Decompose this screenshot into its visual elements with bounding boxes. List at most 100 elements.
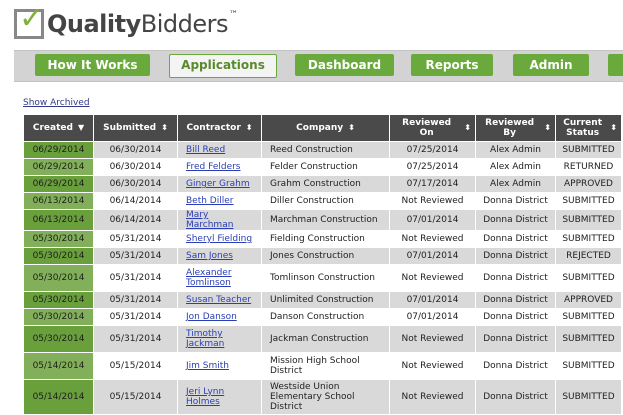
cell-created: 05/30/2014 [23, 308, 94, 326]
nav-applications[interactable]: Applications [169, 54, 277, 78]
contractor-link[interactable]: Timothy Jackman [186, 329, 224, 349]
col-submitted[interactable]: Submitted ⬍ [93, 114, 178, 142]
contractor-link[interactable]: Alexander Tomlinson [186, 268, 232, 288]
contractor-link[interactable]: Mary Marchman [186, 210, 233, 230]
show-archived-link[interactable]: Show Archived [23, 98, 90, 108]
table-row[interactable]: 05/30/2014 05/31/2014 Timothy Jackman Jackm… [23, 325, 622, 353]
cell-created: 06/29/2014 [23, 158, 94, 176]
cell-reviewed-by: Donna District [475, 308, 556, 326]
cell-submitted: 06/30/2014 [93, 158, 178, 176]
contractor-link[interactable]: Fred Felders [186, 162, 241, 172]
cell-status: SUBMITTED [555, 192, 622, 210]
table-row[interactable]: 05/30/2014 05/31/2014 Sam Jones Jones Const… [23, 247, 622, 265]
table-row[interactable]: 05/30/2014 05/31/2014 Alexander Tomlinson T… [23, 264, 622, 292]
cell-contractor: Susan Teacher [177, 291, 262, 309]
nav-admin[interactable]: Admin [513, 54, 589, 76]
table-row[interactable]: 06/13/2014 06/14/2014 Beth Diller Diller Co… [23, 192, 622, 210]
cell-company: Grahm Construction [261, 175, 390, 193]
table-row[interactable]: 05/14/2014 05/15/2014 Jim Smith Mission Hig… [23, 352, 622, 380]
col-contractor[interactable]: Contractor ⬍ [177, 114, 262, 142]
cell-reviewed-on: Not Reviewed [389, 352, 476, 380]
table-row[interactable]: 05/30/2014 05/31/2014 Sheryl Fielding Field… [23, 230, 622, 248]
contractor-link[interactable]: Sheryl Fielding [186, 234, 252, 244]
cell-reviewed-on: Not Reviewed [389, 325, 476, 353]
col-reviewed-on[interactable]: Reviewed On ⬍ [389, 114, 476, 142]
table-row[interactable]: 06/29/2014 06/30/2014 Bill Reed Reed Constr… [23, 141, 622, 159]
sort-desc-icon: ▼ [77, 123, 85, 132]
cell-reviewed-on: 07/25/2014 [389, 141, 476, 159]
cell-created: 05/30/2014 [23, 325, 94, 353]
contractor-link[interactable]: Ginger Grahm [186, 179, 250, 189]
cell-contractor: Sheryl Fielding [177, 230, 262, 248]
contractor-link[interactable]: Jon Danson [186, 312, 237, 322]
cell-contractor: Alexander Tomlinson [177, 264, 262, 292]
cell-created: 06/13/2014 [23, 209, 94, 231]
cell-company: Westside Union Elementary School Distric… [261, 379, 390, 415]
cell-status: SUBMITTED [555, 325, 622, 353]
cell-contractor: Jeri Lynn Holmes [177, 379, 262, 415]
cell-status: SUBMITTED [555, 141, 622, 159]
cell-created: 06/29/2014 [23, 141, 94, 159]
cell-created: 05/30/2014 [23, 264, 94, 292]
cell-status: SUBMITTED [555, 379, 622, 415]
cell-reviewed-on: 07/01/2014 [389, 247, 476, 265]
cell-reviewed-by: Donna District [475, 264, 556, 292]
cell-company: Felder Construction [261, 158, 390, 176]
cell-reviewed-by: Donna District [475, 291, 556, 309]
cell-company: Diller Construction [261, 192, 390, 210]
main-nav: How It Works Applications Dashboard Repo… [14, 50, 623, 82]
cell-reviewed-on: 07/25/2014 [389, 158, 476, 176]
cell-submitted: 05/31/2014 [93, 325, 178, 353]
cell-submitted: 05/15/2014 [93, 352, 178, 380]
contractor-link[interactable]: Jeri Lynn Holmes [186, 387, 224, 407]
brand-logo[interactable]: ✓ QualityBidders™ [14, 4, 238, 42]
applications-table: Created ▼ Submitted ⬍ Contractor ⬍ Company ⬍… [23, 114, 622, 415]
cell-status: REJECTED [555, 247, 622, 265]
contractor-link[interactable]: Bill Reed [186, 145, 225, 155]
cell-submitted: 05/31/2014 [93, 291, 178, 309]
cell-reviewed-on: Not Reviewed [389, 379, 476, 415]
nav-how-it-works[interactable]: How It Works [35, 54, 150, 76]
cell-reviewed-by: Alex Admin [475, 175, 556, 193]
nav-reports[interactable]: Reports [411, 54, 493, 76]
nav-more[interactable] [608, 54, 623, 76]
cell-reviewed-on: Not Reviewed [389, 230, 476, 248]
cell-company: Danson Construction [261, 308, 390, 326]
sort-icon: ⬍ [464, 123, 471, 132]
table-row[interactable]: 05/14/2014 05/15/2014 Jeri Lynn Holmes West… [23, 379, 622, 415]
cell-submitted: 05/31/2014 [93, 308, 178, 326]
nav-dashboard[interactable]: Dashboard [295, 54, 394, 76]
cell-reviewed-on: 07/01/2014 [389, 209, 476, 231]
cell-company: Unlimited Construction [261, 291, 390, 309]
table-row[interactable]: 05/30/2014 05/31/2014 Jon Danson Danson Con… [23, 308, 622, 326]
contractor-link[interactable]: Jim Smith [186, 361, 229, 371]
cell-company: Jones Construction [261, 247, 390, 265]
cell-company: Mission High School District [261, 352, 390, 380]
cell-reviewed-on: 07/01/2014 [389, 308, 476, 326]
col-reviewed-by[interactable]: Reviewed By ⬍ [475, 114, 556, 142]
col-created[interactable]: Created ▼ [23, 114, 94, 142]
sort-icon: ⬍ [610, 123, 617, 132]
cell-status: SUBMITTED [555, 264, 622, 292]
cell-contractor: Beth Diller [177, 192, 262, 210]
cell-status: SUBMITTED [555, 209, 622, 231]
cell-contractor: Mary Marchman [177, 209, 262, 231]
col-current-status[interactable]: Current Status ⬍ [555, 114, 622, 142]
cell-status: SUBMITTED [555, 308, 622, 326]
contractor-link[interactable]: Susan Teacher [186, 295, 251, 305]
table-row[interactable]: 06/29/2014 06/30/2014 Ginger Grahm Grahm Co… [23, 175, 622, 193]
cell-company: Reed Construction [261, 141, 390, 159]
cell-submitted: 06/14/2014 [93, 209, 178, 231]
contractor-link[interactable]: Beth Diller [186, 196, 233, 206]
sort-icon: ⬍ [544, 123, 551, 132]
table-row[interactable]: 06/29/2014 06/30/2014 Fred Felders Felder C… [23, 158, 622, 176]
table-row[interactable]: 05/30/2014 05/31/2014 Susan Teacher Unlimit… [23, 291, 622, 309]
col-company[interactable]: Company ⬍ [261, 114, 390, 142]
contractor-link[interactable]: Sam Jones [186, 251, 233, 261]
cell-submitted: 06/30/2014 [93, 141, 178, 159]
cell-contractor: Ginger Grahm [177, 175, 262, 193]
cell-reviewed-by: Alex Admin [475, 158, 556, 176]
cell-reviewed-by: Donna District [475, 230, 556, 248]
cell-company: Marchman Construction [261, 209, 390, 231]
table-row[interactable]: 06/13/2014 06/14/2014 Mary Marchman Marchma… [23, 209, 622, 231]
